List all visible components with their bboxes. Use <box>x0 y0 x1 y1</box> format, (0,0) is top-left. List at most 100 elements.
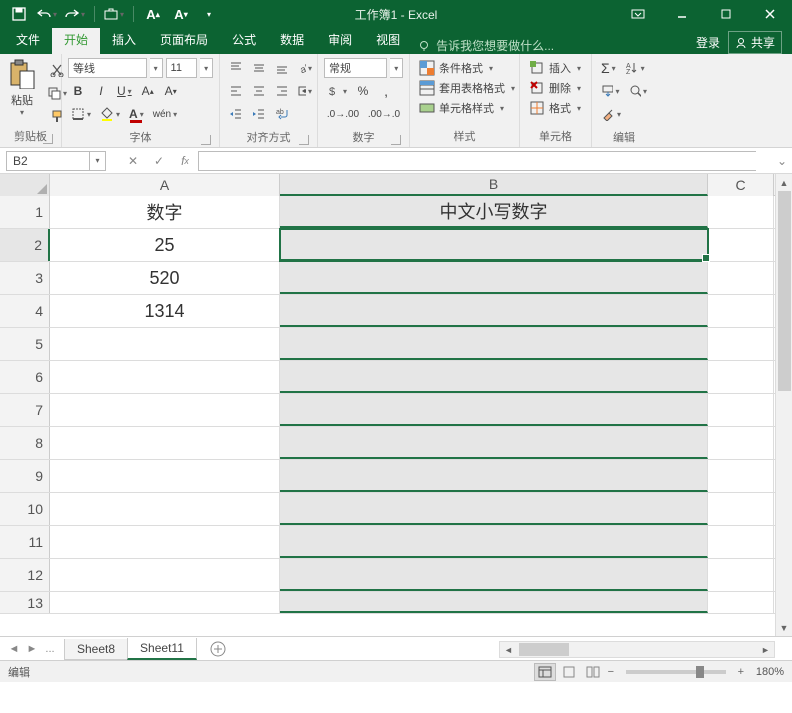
cell[interactable] <box>50 361 280 393</box>
paste-button[interactable]: 粘贴 ▾ <box>6 58 38 117</box>
cell[interactable] <box>708 460 774 492</box>
cell-style-button[interactable]: 单元格样式 <box>416 98 513 118</box>
cell[interactable] <box>50 394 280 426</box>
fill-icon[interactable] <box>598 81 623 101</box>
new-sheet-button[interactable] <box>206 638 230 660</box>
tab-insert[interactable]: 插入 <box>100 26 148 54</box>
cell[interactable] <box>50 427 280 459</box>
page-layout-view-icon[interactable] <box>558 663 580 681</box>
comma-format-icon[interactable]: , <box>376 81 396 101</box>
decrease-decimal-icon[interactable]: .00→.0 <box>365 104 403 124</box>
cell[interactable] <box>50 526 280 558</box>
cell[interactable] <box>280 361 708 393</box>
save-icon[interactable] <box>6 2 32 26</box>
scroll-thumb[interactable] <box>778 191 791 391</box>
cell[interactable] <box>280 559 708 591</box>
number-dialog-launcher[interactable] <box>391 135 401 145</box>
cell[interactable] <box>708 394 774 426</box>
name-box-dropdown[interactable]: ▾ <box>90 151 106 171</box>
zoom-out-icon[interactable]: − <box>604 665 618 679</box>
cell-c2[interactable] <box>708 229 774 261</box>
row-header[interactable]: 8 <box>0 427 50 459</box>
cell[interactable] <box>280 328 708 360</box>
login-link[interactable]: 登录 <box>696 34 720 51</box>
tab-data[interactable]: 数据 <box>268 26 316 54</box>
number-format-dropdown[interactable]: ▾ <box>390 58 403 78</box>
confirm-edit-icon[interactable]: ✓ <box>146 151 172 171</box>
conditional-format-button[interactable]: 条件格式 <box>416 58 513 78</box>
sheet-tab-sheet11[interactable]: Sheet11 <box>127 638 197 660</box>
cell-c1[interactable] <box>708 196 774 228</box>
cell[interactable] <box>280 427 708 459</box>
decrease-font-button[interactable]: A▾ <box>161 81 181 101</box>
font-name-dropdown[interactable]: ▾ <box>150 58 163 78</box>
page-break-view-icon[interactable] <box>582 663 604 681</box>
scroll-down-icon[interactable]: ▼ <box>776 619 792 636</box>
select-all-corner[interactable] <box>0 174 50 196</box>
increase-decimal-icon[interactable]: .0→.00 <box>324 104 362 124</box>
tab-layout[interactable]: 页面布局 <box>148 26 220 54</box>
font-color-button[interactable]: A <box>126 104 147 124</box>
redo-icon[interactable] <box>62 2 88 26</box>
delete-cells-button[interactable]: 删除 <box>526 78 585 98</box>
cell[interactable] <box>708 328 774 360</box>
underline-button[interactable]: U <box>114 81 135 101</box>
name-box[interactable]: B2 <box>6 151 90 171</box>
cell[interactable] <box>708 592 774 613</box>
cell-c4[interactable] <box>708 295 774 327</box>
col-header-c[interactable]: C <box>708 174 774 196</box>
cell-b2[interactable] <box>280 229 708 261</box>
scroll-up-icon[interactable]: ▲ <box>776 174 792 191</box>
cell[interactable] <box>280 592 708 613</box>
hscroll-thumb[interactable] <box>519 643 569 656</box>
format-cells-button[interactable]: 格式 <box>526 98 585 118</box>
cancel-edit-icon[interactable]: ✕ <box>120 151 146 171</box>
cell[interactable] <box>280 493 708 525</box>
row-header[interactable]: 13 <box>0 592 50 613</box>
normal-view-icon[interactable] <box>534 663 556 681</box>
cell-c3[interactable] <box>708 262 774 294</box>
horizontal-scrollbar[interactable]: ◄ ► <box>499 641 775 658</box>
ribbon-options-icon[interactable] <box>616 0 660 28</box>
cell[interactable] <box>708 361 774 393</box>
cell-b1[interactable]: 中文小写数字 <box>280 196 708 228</box>
accounting-format-icon[interactable]: $ <box>324 81 350 101</box>
tab-file[interactable]: 文件 <box>4 26 52 54</box>
formula-input[interactable] <box>198 151 756 171</box>
table-format-button[interactable]: 套用表格格式 <box>416 78 513 98</box>
row-header[interactable]: 6 <box>0 361 50 393</box>
increase-font-button[interactable]: A▴ <box>138 81 158 101</box>
qat-customize-icon[interactable]: ▾ <box>196 2 222 26</box>
decrease-font-icon[interactable]: A▾ <box>168 2 194 26</box>
cell-a2[interactable]: 25 <box>50 229 280 261</box>
cell[interactable] <box>280 526 708 558</box>
cell[interactable] <box>50 460 280 492</box>
undo-icon[interactable] <box>34 2 60 26</box>
italic-button[interactable]: I <box>91 81 111 101</box>
phonetic-button[interactable]: wén <box>150 104 180 124</box>
cell[interactable] <box>280 460 708 492</box>
tab-formulas[interactable]: 公式 <box>220 26 268 54</box>
scroll-right-icon[interactable]: ► <box>757 642 774 657</box>
scroll-left-icon[interactable]: ◄ <box>500 642 517 657</box>
expand-formula-bar-icon[interactable]: ⌄ <box>774 151 790 171</box>
cell-a3[interactable]: 520 <box>50 262 280 294</box>
insert-cells-button[interactable]: 插入 <box>526 58 585 78</box>
cell-a4[interactable]: 1314 <box>50 295 280 327</box>
align-left-icon[interactable] <box>226 81 246 101</box>
col-header-b[interactable]: B <box>280 174 708 196</box>
col-header-a[interactable]: A <box>50 174 280 196</box>
sheet-nav-more-icon[interactable]: ... <box>42 641 58 657</box>
vertical-scrollbar[interactable]: ▲ ▼ <box>775 174 792 636</box>
sheet-tab-sheet8[interactable]: Sheet8 <box>64 639 128 660</box>
cell[interactable] <box>708 526 774 558</box>
cell[interactable] <box>708 493 774 525</box>
close-icon[interactable] <box>748 0 792 28</box>
cell[interactable] <box>50 493 280 525</box>
row-header[interactable]: 11 <box>0 526 50 558</box>
clear-icon[interactable] <box>598 104 624 124</box>
cell[interactable] <box>50 328 280 360</box>
row-header[interactable]: 4 <box>0 295 50 327</box>
cell-b3[interactable] <box>280 262 708 294</box>
cell-b4[interactable] <box>280 295 708 327</box>
